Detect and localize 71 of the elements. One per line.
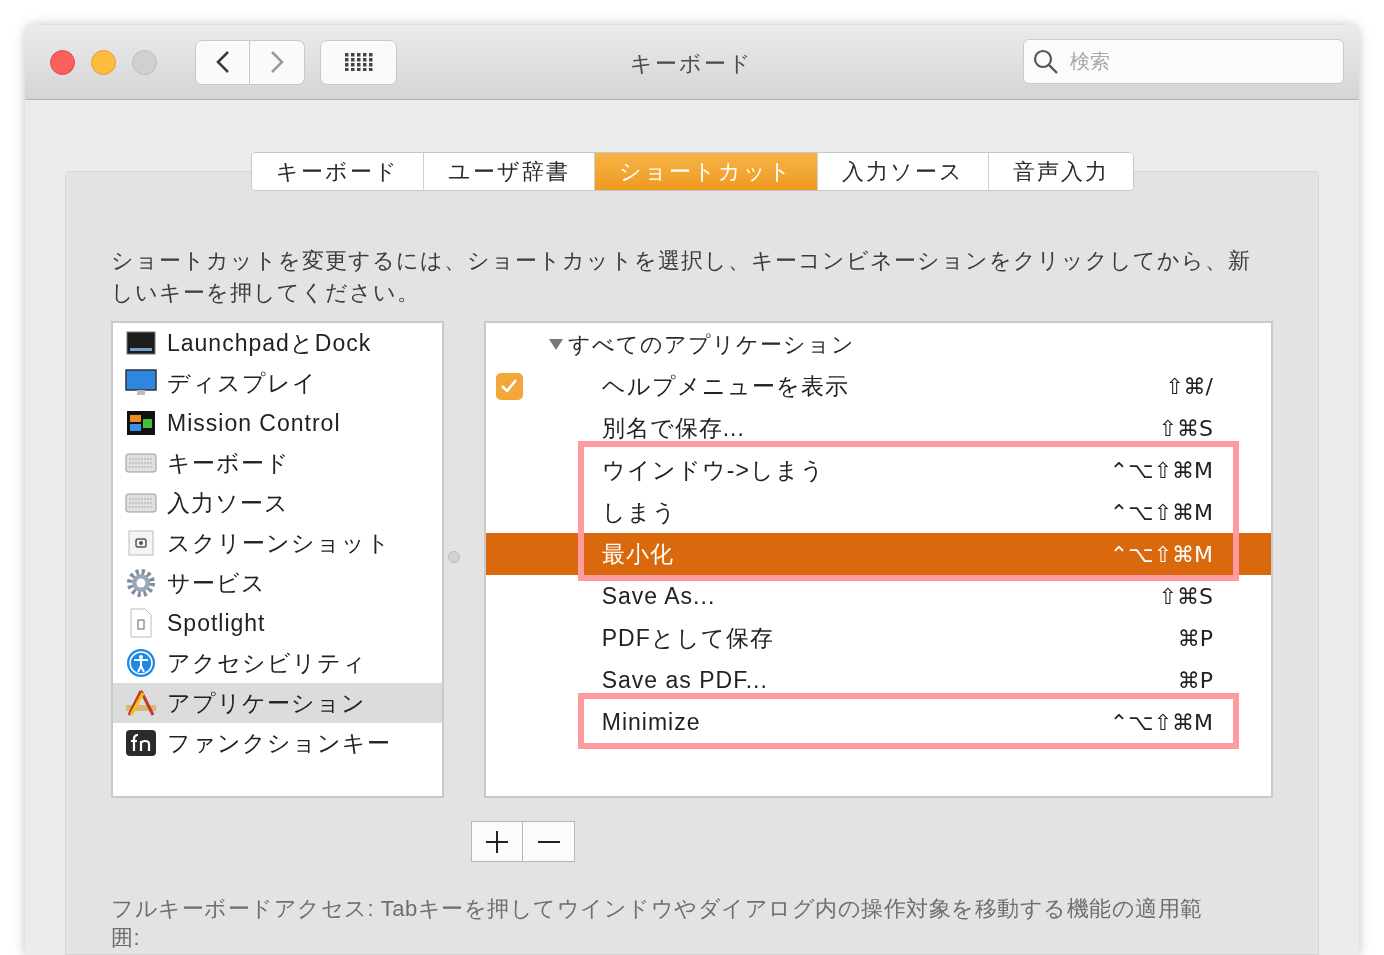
instructions-text: ショートカットを変更するには、ショートカットを選択し、キーコンビネーションをクリックしてから、新しいキーを押してください。 xyxy=(111,247,1252,307)
shortcut-name: 最小化 xyxy=(601,539,675,569)
shortcut-row[interactable]: PDFとして保存 ⌘P xyxy=(485,617,1271,659)
disclosure-triangle-icon[interactable] xyxy=(547,337,564,351)
shortcut-row[interactable]: 最小化 ⌃⌥⇧⌘M xyxy=(485,533,1271,575)
shortcut-name: ヘルプメニューを表示 xyxy=(601,371,850,401)
sidebar-item[interactable]: Spotlight xyxy=(113,603,442,643)
display-icon xyxy=(125,369,157,397)
sidebar-item[interactable]: ファンクションキー xyxy=(113,723,442,763)
grid-icon xyxy=(344,53,373,71)
minus-icon xyxy=(536,839,561,844)
key-combination: ⇧⌘S xyxy=(1158,414,1213,443)
key-combination: ⇧⌘S xyxy=(1158,582,1213,611)
key-combination: ⌃⌥⇧⌘M xyxy=(1109,456,1213,485)
document-icon xyxy=(129,608,153,638)
search-field[interactable]: 検索 xyxy=(1023,39,1344,84)
shortcut-name: 別名で保存... xyxy=(601,413,746,443)
checkbox[interactable] xyxy=(495,372,523,400)
chevron-left-icon xyxy=(215,50,230,74)
monitor-dock-icon xyxy=(126,330,156,356)
shortcut-name: PDFとして保存 xyxy=(601,623,775,653)
pencil-ruler-icon xyxy=(125,689,157,717)
checkmark-icon xyxy=(500,378,519,394)
sidebar-item[interactable]: Mission Control xyxy=(113,403,442,443)
shortcut-name: Save As... xyxy=(601,581,717,611)
sidebar-item[interactable]: キーボード xyxy=(113,443,442,483)
keyboard-icon xyxy=(125,453,157,473)
chevron-right-icon xyxy=(270,50,284,74)
split-handle[interactable] xyxy=(447,551,460,563)
add-button[interactable] xyxy=(471,821,523,862)
shortcut-name: ウインドウ->しまう xyxy=(601,455,826,485)
shortcut-row[interactable]: Save As... ⇧⌘S xyxy=(485,575,1271,617)
windows-icon xyxy=(126,410,156,436)
keyboard-access-text: フルキーボードアクセス: Tabキーを押してウインドウやダイアログ内の操作対象を移動する機能の適用範囲: xyxy=(111,895,1204,952)
shortcut-row[interactable]: Minimize ⌃⌥⇧⌘M xyxy=(485,701,1271,743)
window-title: キーボード xyxy=(630,50,753,78)
shortcut-row[interactable]: ウインドウ->しまう ⌃⌥⇧⌘M xyxy=(485,449,1271,491)
sidebar-item[interactable]: 入力ソース xyxy=(113,483,442,523)
key-combination: ⌃⌥⇧⌘M xyxy=(1109,708,1213,737)
minimize-button[interactable] xyxy=(91,49,116,75)
sidebar-item[interactable]: ディスプレイ xyxy=(113,363,442,403)
key-combination: ⌘P xyxy=(1177,666,1213,695)
show-all-button[interactable] xyxy=(320,39,397,85)
key-combination: ⌃⌥⇧⌘M xyxy=(1109,540,1213,569)
sidebar-item[interactable]: サービス xyxy=(113,563,442,603)
sidebar-item[interactable]: アプリケーション xyxy=(113,683,442,723)
shortcut-name: Save as PDF... xyxy=(601,665,769,695)
key-combination: ⇧⌘/ xyxy=(1165,372,1213,401)
search-icon xyxy=(1033,49,1059,75)
group-label: すべてのアプリケーション xyxy=(567,330,855,359)
shortcut-name: しまう xyxy=(601,497,678,527)
remove-button[interactable] xyxy=(523,821,575,862)
shortcut-row[interactable]: しまう ⌃⌥⇧⌘M xyxy=(485,491,1271,533)
keyboard-icon xyxy=(125,493,157,513)
shortcut-row[interactable]: Save as PDF... ⌘P xyxy=(485,659,1271,701)
back-button[interactable] xyxy=(195,39,250,85)
accessibility-icon xyxy=(126,648,156,678)
shortcut-row[interactable]: 別名で保存... ⇧⌘S xyxy=(485,407,1271,449)
sidebar-item[interactable]: LaunchpadとDock xyxy=(113,323,442,363)
sidebar-item[interactable]: スクリーンショット xyxy=(113,523,442,563)
shortcut-row[interactable]: ヘルプメニューを表示 ⇧⌘/ xyxy=(485,365,1271,407)
fn-key-icon xyxy=(125,729,157,757)
key-combination: ⌘P xyxy=(1177,624,1213,653)
shortcut-name: Minimize xyxy=(601,707,702,737)
key-combination: ⌃⌥⇧⌘M xyxy=(1109,498,1213,527)
plus-icon xyxy=(485,829,509,854)
screenshot-icon xyxy=(127,529,155,557)
tab[interactable]: 音声入力 xyxy=(987,153,1133,190)
close-button[interactable] xyxy=(50,49,75,75)
gear-icon xyxy=(126,568,156,598)
sidebar-item[interactable]: アクセシビリティ xyxy=(113,643,442,683)
